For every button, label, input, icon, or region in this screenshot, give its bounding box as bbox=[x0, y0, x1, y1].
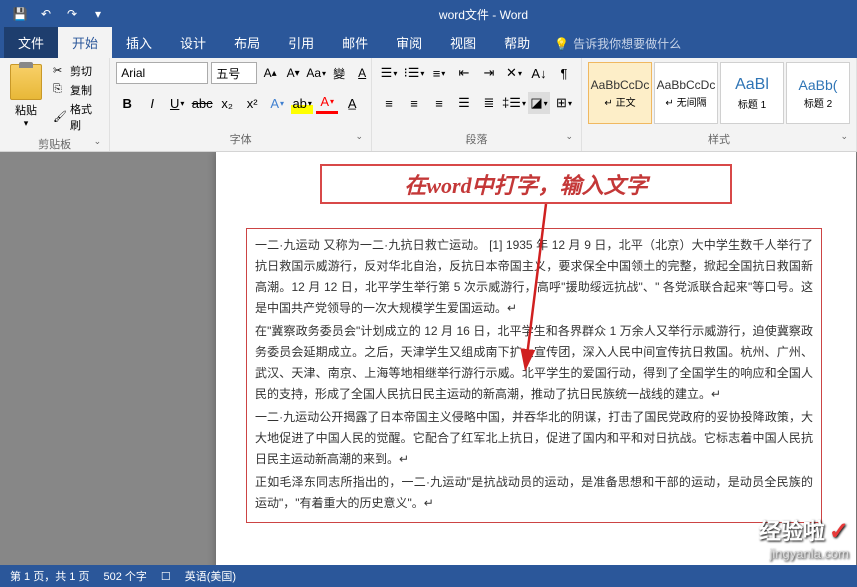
change-case-button[interactable]: Aa▾ bbox=[306, 63, 326, 83]
tab-view[interactable]: 视图 bbox=[436, 27, 490, 58]
highlight-button[interactable]: ab▾ bbox=[291, 92, 313, 114]
tab-home[interactable]: 开始 bbox=[58, 27, 112, 58]
shading-button[interactable]: ◪▾ bbox=[528, 92, 550, 114]
tell-me-search[interactable]: 💡 告诉我你想要做什么 bbox=[544, 29, 691, 58]
annotation-callout: 在word中打字，输入文字 bbox=[320, 164, 732, 204]
group-font: A▴ A▾ Aa▾ 變 A B I U▾ abc x₂ x² A▾ ab▾ A▾… bbox=[110, 58, 372, 151]
check-icon: ✓ bbox=[829, 518, 849, 545]
watermark-text: 经验啦 bbox=[759, 519, 825, 544]
style-gallery[interactable]: AaBbCcDc↵ 正文 AaBbCcDc↵ 无间隔 AaBl标题 1 AaBb… bbox=[588, 62, 850, 124]
window-title: word文件 - Word bbox=[110, 6, 857, 23]
underline-button[interactable]: U▾ bbox=[166, 92, 188, 114]
numbering-button[interactable]: ⁝☰▾ bbox=[403, 62, 425, 84]
status-bar: 第 1 页，共 1 页 502 个字 ☐ 英语(美国) bbox=[0, 565, 857, 587]
save-icon[interactable]: 💾 bbox=[8, 2, 32, 26]
tab-file[interactable]: 文件 bbox=[4, 27, 58, 58]
group-styles: AaBbCcDc↵ 正文 AaBbCcDc↵ 无间隔 AaBl标题 1 AaBb… bbox=[582, 58, 857, 151]
increase-indent-button[interactable]: ⇥ bbox=[478, 62, 500, 84]
tab-design[interactable]: 设计 bbox=[166, 27, 220, 58]
group-paragraph: ☰▾ ⁝☰▾ ≡▾ ⇤ ⇥ ✕▾ A↓ ¶ ≡ ≡ ≡ ☰ ≣ ‡☰▾ ◪▾ ⊞… bbox=[372, 58, 582, 151]
paragraph[interactable]: 正如毛泽东同志所指出的，一二·九运动"是抗战动员的运动，是准备思想和干部的运动，… bbox=[255, 472, 813, 514]
borders-button[interactable]: ⊞▾ bbox=[553, 92, 575, 114]
title-bar: 💾 ↶ ↷ ▾ word文件 - Word bbox=[0, 0, 857, 28]
cut-button[interactable]: ✂剪切 bbox=[50, 62, 103, 80]
paste-icon bbox=[10, 64, 42, 100]
multilevel-button[interactable]: ≡▾ bbox=[428, 62, 450, 84]
tab-layout[interactable]: 布局 bbox=[220, 27, 274, 58]
qa-customize-icon[interactable]: ▾ bbox=[86, 2, 110, 26]
tab-help[interactable]: 帮助 bbox=[490, 27, 544, 58]
line-spacing-button[interactable]: ‡☰▾ bbox=[503, 92, 525, 114]
annotation-text: 在word中打字，输入文字 bbox=[404, 168, 647, 200]
ribbon: 粘贴 ▾ ✂剪切 ⎘复制 🖌格式刷 剪贴板 A▴ A▾ Aa▾ 變 A B bbox=[0, 58, 857, 152]
clipboard-group-label: 剪贴板 bbox=[6, 134, 103, 154]
page-count[interactable]: 第 1 页，共 1 页 bbox=[10, 568, 89, 584]
superscript-button[interactable]: x² bbox=[241, 92, 263, 114]
decrease-indent-button[interactable]: ⇤ bbox=[453, 62, 475, 84]
asian-layout-button[interactable]: ✕▾ bbox=[503, 62, 525, 84]
word-count[interactable]: 502 个字 bbox=[103, 568, 146, 584]
brush-icon: 🖌 bbox=[53, 110, 67, 124]
styles-group-label: 样式 bbox=[588, 129, 850, 149]
menu-bar: 文件 开始 插入 设计 布局 引用 邮件 审阅 视图 帮助 💡 告诉我你想要做什… bbox=[0, 28, 857, 58]
proofing-icon[interactable]: ☐ bbox=[161, 570, 171, 583]
style-heading2[interactable]: AaBb(标题 2 bbox=[786, 62, 850, 124]
font-size-select[interactable] bbox=[211, 62, 257, 84]
tab-references[interactable]: 引用 bbox=[274, 27, 328, 58]
format-painter-button[interactable]: 🖌格式刷 bbox=[50, 100, 103, 134]
justify-button[interactable]: ☰ bbox=[453, 92, 475, 114]
grow-font-button[interactable]: A▴ bbox=[260, 63, 280, 83]
shrink-font-button[interactable]: A▾ bbox=[283, 63, 303, 83]
paste-button[interactable]: 粘贴 ▾ bbox=[6, 62, 46, 131]
strikethrough-button[interactable]: abc bbox=[191, 92, 213, 114]
align-center-button[interactable]: ≡ bbox=[403, 92, 425, 114]
phonetic-guide-button[interactable]: 變 bbox=[329, 63, 349, 83]
style-no-spacing[interactable]: AaBbCcDc↵ 无间隔 bbox=[654, 62, 718, 124]
align-right-button[interactable]: ≡ bbox=[428, 92, 450, 114]
italic-button[interactable]: I bbox=[141, 92, 163, 114]
quick-access-toolbar: 💾 ↶ ↷ ▾ bbox=[0, 2, 110, 26]
font-group-label: 字体 bbox=[116, 129, 365, 149]
align-left-button[interactable]: ≡ bbox=[378, 92, 400, 114]
redo-icon[interactable]: ↷ bbox=[60, 2, 84, 26]
tell-me-label: 告诉我你想要做什么 bbox=[573, 35, 681, 52]
language-indicator[interactable]: 英语(美国) bbox=[185, 568, 236, 584]
tab-review[interactable]: 审阅 bbox=[382, 27, 436, 58]
sort-button[interactable]: A↓ bbox=[528, 62, 550, 84]
copy-button[interactable]: ⎘复制 bbox=[50, 81, 103, 99]
show-marks-button[interactable]: ¶ bbox=[553, 62, 575, 84]
font-name-select[interactable] bbox=[116, 62, 208, 84]
bulb-icon: 💡 bbox=[554, 37, 569, 51]
font-color-button[interactable]: A▾ bbox=[316, 92, 338, 114]
scissors-icon: ✂ bbox=[53, 64, 67, 78]
paragraph-group-label: 段落 bbox=[378, 129, 575, 149]
annotation-arrow-icon bbox=[438, 204, 558, 384]
paragraph[interactable]: 一二·九运动公开揭露了日本帝国主义侵略中国，并吞华北的阴谋，打击了国民党政府的妥… bbox=[255, 407, 813, 470]
tab-mail[interactable]: 邮件 bbox=[328, 27, 382, 58]
bullets-button[interactable]: ☰▾ bbox=[378, 62, 400, 84]
undo-icon[interactable]: ↶ bbox=[34, 2, 58, 26]
style-normal[interactable]: AaBbCcDc↵ 正文 bbox=[588, 62, 652, 124]
subscript-button[interactable]: x₂ bbox=[216, 92, 238, 114]
copy-icon: ⎘ bbox=[53, 83, 67, 97]
group-clipboard: 粘贴 ▾ ✂剪切 ⎘复制 🖌格式刷 剪贴板 bbox=[0, 58, 110, 151]
document-area[interactable]: 一二·九运动 又称为一二·九抗日救亡运动。 [1] 1935 年 12 月 9 … bbox=[0, 152, 857, 565]
tab-insert[interactable]: 插入 bbox=[112, 27, 166, 58]
paste-label: 粘贴 bbox=[15, 102, 37, 118]
clear-format-button[interactable]: A bbox=[352, 63, 372, 83]
text-effects-button[interactable]: A▾ bbox=[266, 92, 288, 114]
char-border-button[interactable]: A̲ bbox=[341, 92, 363, 114]
watermark-url: jingyanla.com bbox=[770, 546, 850, 561]
bold-button[interactable]: B bbox=[116, 92, 138, 114]
distribute-button[interactable]: ≣ bbox=[478, 92, 500, 114]
watermark: 经验啦✓ jingyanla.com bbox=[759, 514, 849, 561]
style-heading1[interactable]: AaBl标题 1 bbox=[720, 62, 784, 124]
